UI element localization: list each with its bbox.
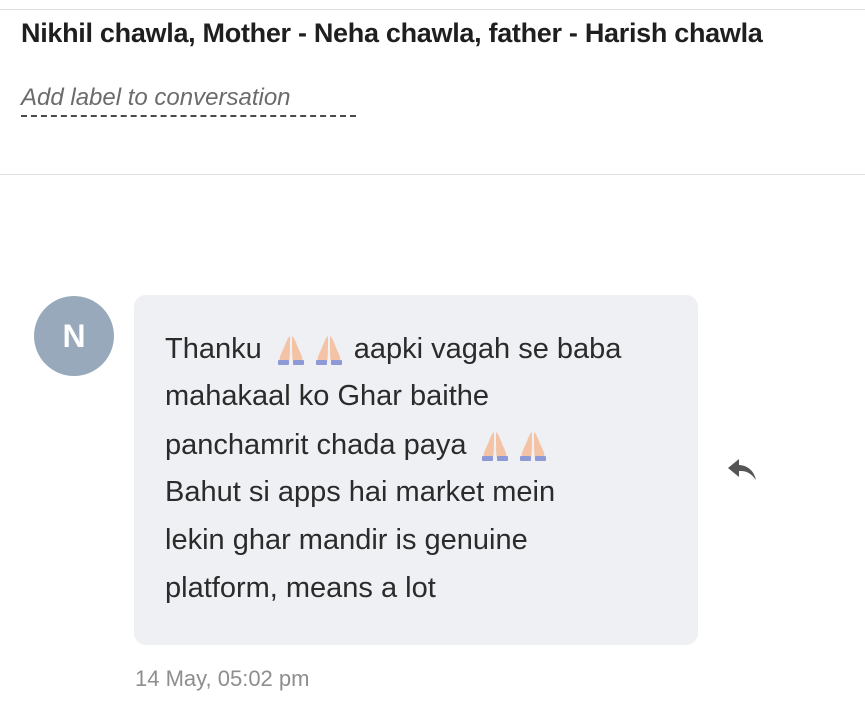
message-line-3: panchamrit chada paya bbox=[165, 428, 550, 462]
add-label-link[interactable]: Add label to conversation bbox=[21, 84, 356, 117]
reply-arrow-icon bbox=[728, 459, 756, 480]
message-timestamp: 14 May, 05:02 pm bbox=[135, 666, 310, 691]
message-line-1: Thanku aapki vagah se baba bbox=[165, 332, 621, 366]
message-line-6: platform, means a lot bbox=[165, 572, 436, 604]
message-line-4: Bahut si apps hai market mein bbox=[165, 476, 556, 508]
conversation-title: Nikhil chawla, Mother - Neha chawla, fat… bbox=[21, 18, 763, 48]
reply-button[interactable] bbox=[722, 452, 762, 488]
avatar: N bbox=[34, 296, 114, 376]
header-divider bbox=[0, 174, 865, 175]
top-divider bbox=[0, 9, 865, 10]
conversation-view: Nikhil chawla, Mother - Neha chawla, fat… bbox=[0, 0, 865, 716]
folded-hands-emoji-icon bbox=[482, 432, 509, 461]
message-line-5: lekin ghar mandir is genuine bbox=[165, 524, 528, 556]
folded-hands-emoji-icon bbox=[520, 432, 547, 461]
message-line-2: mahakaal ko Ghar baithe bbox=[165, 380, 490, 412]
folded-hands-emoji-icon bbox=[315, 336, 342, 365]
folded-hands-emoji-icon bbox=[277, 336, 304, 365]
avatar-initial: N bbox=[62, 317, 86, 354]
message-text-1a: Thanku bbox=[165, 332, 262, 365]
message-text-3: panchamrit chada paya bbox=[165, 428, 467, 461]
message-bubble: Thanku aapki vagah se baba mahakaal ko G… bbox=[134, 295, 698, 645]
message-text-1b: aapki vagah se baba bbox=[353, 332, 622, 365]
